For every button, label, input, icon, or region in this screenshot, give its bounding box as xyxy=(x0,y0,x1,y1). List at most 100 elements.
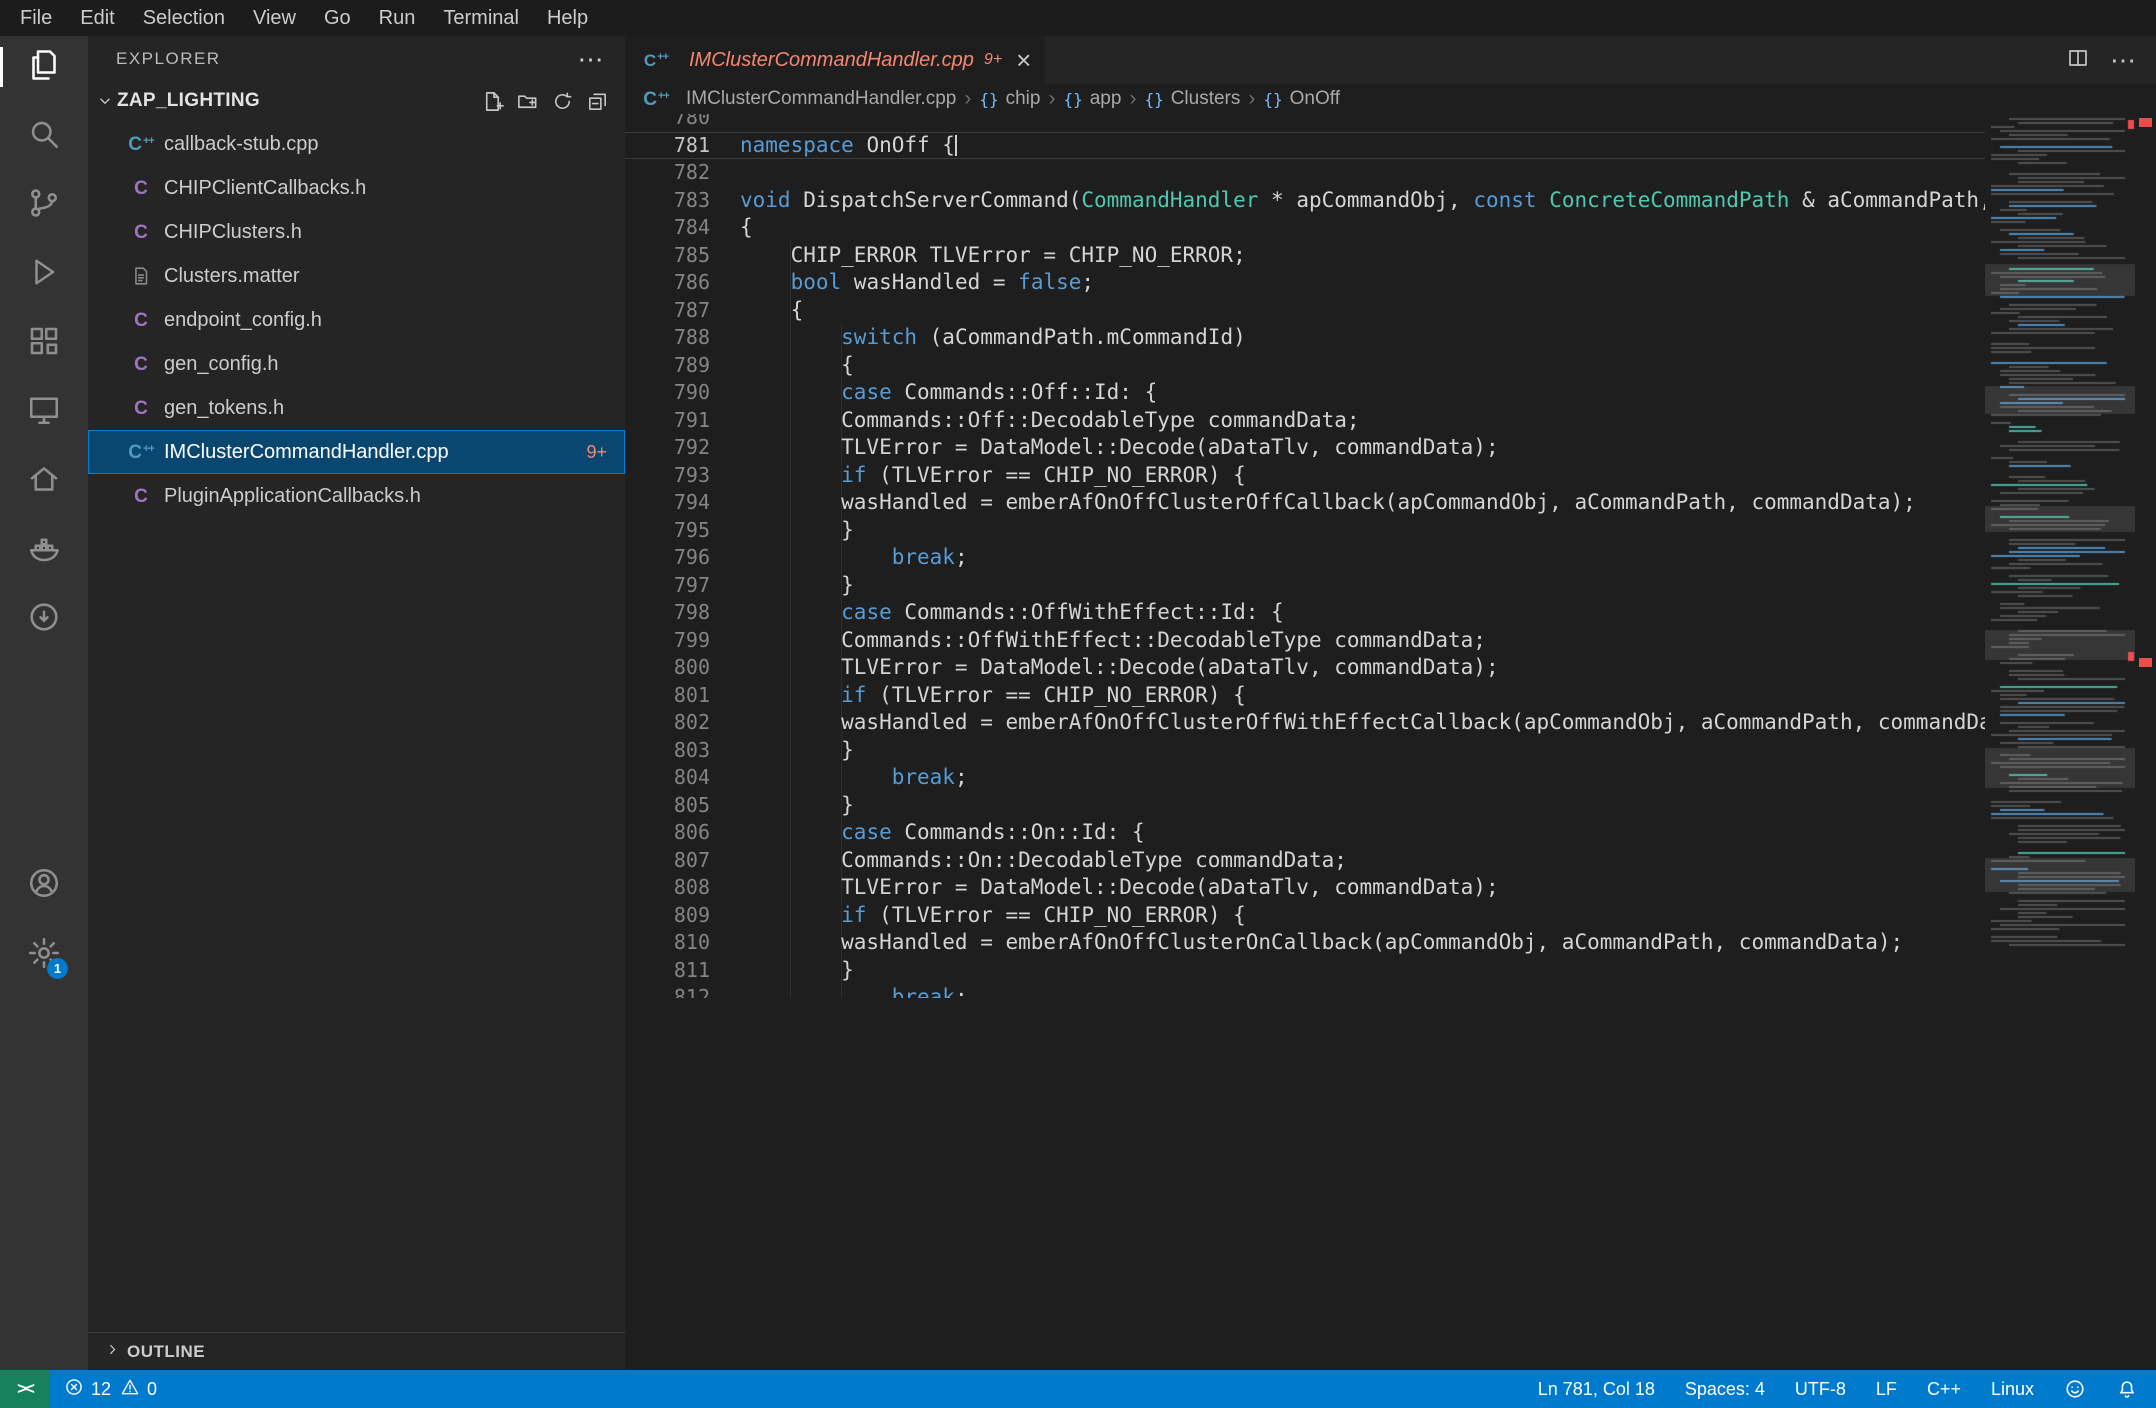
code-row[interactable]: 808 TLVError = DataModel::Decode(aDataTl… xyxy=(625,874,1985,902)
editor-group: C++ IMClusterCommandHandler.cpp 9+ × ⋯ C… xyxy=(625,36,2156,1370)
code-editor[interactable]: 780 781 namespace OnOff { 782 783 void D… xyxy=(625,114,2156,1370)
activity-accounts[interactable] xyxy=(20,861,68,909)
extensions-icon xyxy=(26,323,62,364)
activity-source-control[interactable] xyxy=(20,181,68,229)
outline-label: OUTLINE xyxy=(127,1341,206,1361)
more-actions-icon[interactable]: ⋯ xyxy=(578,46,606,72)
breadcrumb-symbol-app[interactable]: {} app xyxy=(1063,88,1121,110)
code-row[interactable]: 797 } xyxy=(625,572,1985,600)
code-row[interactable]: 800 TLVError = DataModel::Decode(aDataTl… xyxy=(625,654,1985,682)
activity-home[interactable] xyxy=(20,457,68,505)
code-row[interactable]: 793 if (TLVError == CHIP_NO_ERROR) { xyxy=(625,462,1985,490)
code-row[interactable]: 783 void DispatchServerCommand(CommandHa… xyxy=(625,187,1985,215)
tab-imclustercommandhandler[interactable]: C++ IMClusterCommandHandler.cpp 9+ × xyxy=(625,36,1046,84)
code-row[interactable]: 796 break; xyxy=(625,544,1985,572)
activity-settings[interactable]: 1 xyxy=(20,931,68,979)
file-row[interactable]: C endpoint_config.h xyxy=(88,298,625,342)
menu-selection[interactable]: Selection xyxy=(129,0,239,36)
code-row[interactable]: 803 } xyxy=(625,737,1985,765)
code-row[interactable]: 787 { xyxy=(625,297,1985,325)
file-row[interactable]: C CHIPClientCallbacks.h xyxy=(88,166,625,210)
activity-explorer[interactable] xyxy=(0,43,68,91)
folder-section-header[interactable]: ZAP_LIGHTING xyxy=(88,82,625,120)
code-row[interactable]: 794 wasHandled = emberAfOnOffClusterOffC… xyxy=(625,489,1985,517)
menu-go[interactable]: Go xyxy=(310,0,365,36)
code-row[interactable]: 810 wasHandled = emberAfOnOffClusterOnCa… xyxy=(625,929,1985,957)
code-row[interactable]: 801 if (TLVError == CHIP_NO_ERROR) { xyxy=(625,682,1985,710)
code-row[interactable]: 788 switch (aCommandPath.mCommandId) xyxy=(625,324,1985,352)
menu-file[interactable]: File xyxy=(6,0,66,36)
menu-run[interactable]: Run xyxy=(365,0,430,36)
menu-edit[interactable]: Edit xyxy=(66,0,128,36)
status-item[interactable]: LF xyxy=(1876,1379,1897,1400)
code-row[interactable]: 780 xyxy=(625,114,1985,132)
file-row[interactable]: C CHIPClusters.h xyxy=(88,210,625,254)
code-row[interactable]: 812 break; xyxy=(625,984,1985,998)
close-icon[interactable]: × xyxy=(1016,47,1031,73)
menu-terminal[interactable]: Terminal xyxy=(429,0,533,36)
remote-indicator[interactable]: >< xyxy=(0,1370,50,1408)
c-header-file-icon: C xyxy=(134,221,148,243)
scrollbar[interactable] xyxy=(2135,114,2156,1370)
problems-status[interactable]: 12 0 xyxy=(50,1377,157,1402)
code-row[interactable]: 784 { xyxy=(625,214,1985,242)
code-row[interactable]: 799 Commands::OffWithEffect::DecodableTy… xyxy=(625,627,1985,655)
status-item[interactable]: Spaces: 4 xyxy=(1685,1379,1765,1400)
code-row[interactable]: 802 wasHandled = emberAfOnOffClusterOffW… xyxy=(625,709,1985,737)
activity-test-explorer[interactable] xyxy=(20,595,68,643)
breadcrumb-symbol-chip[interactable]: {} chip xyxy=(979,88,1040,110)
monitor-icon xyxy=(26,392,62,433)
line-number: 781 xyxy=(673,132,710,157)
line-number: 795 xyxy=(673,517,710,542)
file-row[interactable]: Clusters.matter xyxy=(88,254,625,298)
file-row[interactable]: C++ callback-stub.cpp xyxy=(88,122,625,166)
outline-section-header[interactable]: OUTLINE xyxy=(88,1332,625,1370)
status-item[interactable]: UTF-8 xyxy=(1795,1379,1846,1400)
split-editor-icon[interactable] xyxy=(2066,46,2090,75)
code-row[interactable]: 786 bool wasHandled = false; xyxy=(625,269,1985,297)
activity-remote-explorer[interactable] xyxy=(20,388,68,436)
file-name: CHIPClusters.h xyxy=(164,220,302,243)
new-folder-icon[interactable] xyxy=(516,90,539,113)
menu-help[interactable]: Help xyxy=(533,0,602,36)
code-row[interactable]: 792 TLVError = DataModel::Decode(aDataTl… xyxy=(625,434,1985,462)
code-row[interactable]: 804 break; xyxy=(625,764,1985,792)
new-file-icon[interactable] xyxy=(481,90,504,113)
feedback-icon[interactable] xyxy=(2064,1378,2086,1400)
code-row[interactable]: 795 } xyxy=(625,517,1985,545)
activity-run-debug[interactable] xyxy=(20,250,68,298)
code-row[interactable]: 811 } xyxy=(625,957,1985,985)
code-viewport[interactable]: 780 781 namespace OnOff { 782 783 void D… xyxy=(625,114,1985,998)
more-actions-icon[interactable]: ⋯ xyxy=(2110,45,2136,76)
workbench: 1 EXPLORER ⋯ ZAP_LIGHTING C++ callback-s… xyxy=(0,36,2156,1370)
file-row[interactable]: C PluginApplicationCallbacks.h xyxy=(88,474,625,518)
menu-view[interactable]: View xyxy=(239,0,310,36)
file-row[interactable]: C gen_tokens.h xyxy=(88,386,625,430)
collapse-all-icon[interactable] xyxy=(586,90,609,113)
code-row[interactable]: 807 Commands::On::DecodableType commandD… xyxy=(625,847,1985,875)
code-row[interactable]: 798 case Commands::OffWithEffect::Id: { xyxy=(625,599,1985,627)
code-row[interactable]: 782 xyxy=(625,159,1985,187)
breadcrumb-file[interactable]: C++ IMClusterCommandHandler.cpp xyxy=(641,88,956,110)
breadcrumb-symbol-onoff[interactable]: {} OnOff xyxy=(1263,88,1340,110)
status-item[interactable]: Ln 781, Col 18 xyxy=(1538,1379,1655,1400)
code-row[interactable]: 785 CHIP_ERROR TLVError = CHIP_NO_ERROR; xyxy=(625,242,1985,270)
status-item[interactable]: Linux xyxy=(1991,1379,2034,1400)
code-row[interactable]: 805 } xyxy=(625,792,1985,820)
code-row[interactable]: 809 if (TLVError == CHIP_NO_ERROR) { xyxy=(625,902,1985,930)
code-row[interactable]: 790 case Commands::Off::Id: { xyxy=(625,379,1985,407)
file-row[interactable]: C gen_config.h xyxy=(88,342,625,386)
activity-docker[interactable] xyxy=(20,526,68,574)
code-row[interactable]: 789 { xyxy=(625,352,1985,380)
file-row[interactable]: C++ IMClusterCommandHandler.cpp 9+ xyxy=(88,430,625,474)
bell-icon[interactable] xyxy=(2116,1378,2138,1400)
activity-extensions[interactable] xyxy=(20,319,68,367)
refresh-icon[interactable] xyxy=(551,90,574,113)
activity-search[interactable] xyxy=(20,112,68,160)
code-row[interactable]: 781 namespace OnOff { xyxy=(625,131,1985,159)
code-row[interactable]: 791 Commands::Off::DecodableType command… xyxy=(625,407,1985,435)
breadcrumb-symbol-clusters[interactable]: {} Clusters xyxy=(1144,88,1240,110)
code-row[interactable]: 806 case Commands::On::Id: { xyxy=(625,819,1985,847)
status-item[interactable]: C++ xyxy=(1927,1379,1961,1400)
minimap[interactable] xyxy=(1985,114,2135,954)
